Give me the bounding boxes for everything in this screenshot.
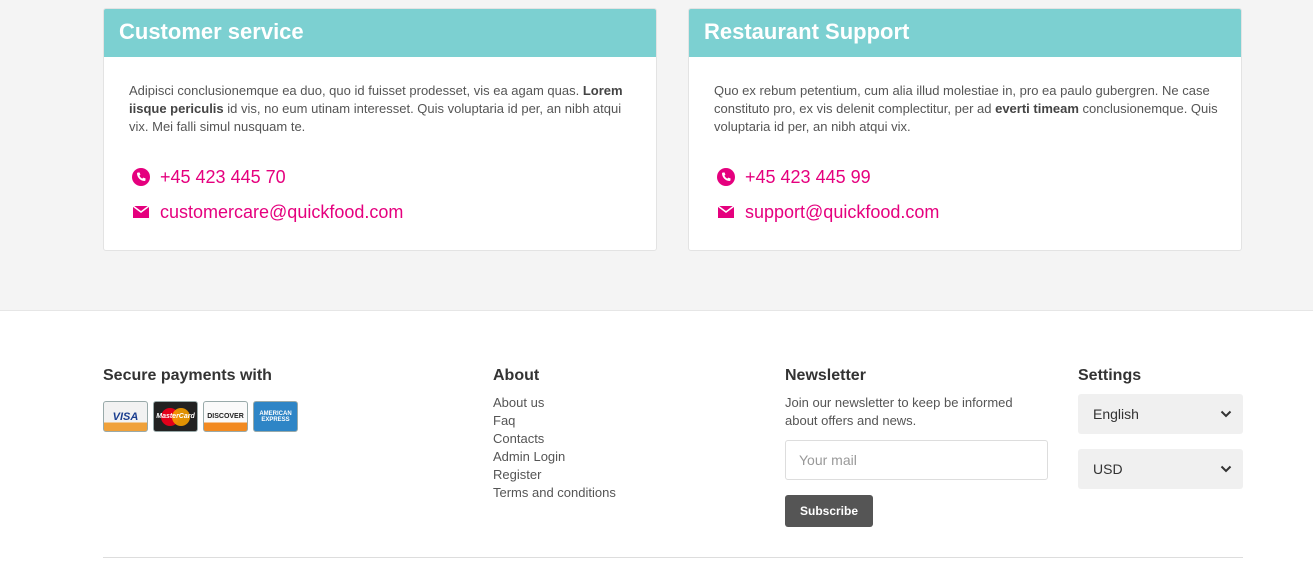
restaurant-support-email[interactable]: support@quickfood.com [716, 201, 939, 223]
link-admin-login[interactable]: Admin Login [493, 448, 616, 466]
mastercard-card-icon: MasterCard [153, 401, 198, 432]
settings-title: Settings [1078, 367, 1142, 384]
language-value: English [1093, 406, 1139, 422]
subscribe-button[interactable]: Subscribe [785, 495, 873, 527]
link-register[interactable]: Register [493, 466, 616, 484]
customer-service-title: Customer service [104, 9, 656, 57]
currency-value: USD [1093, 461, 1123, 477]
language-select[interactable]: English [1078, 394, 1243, 434]
link-about-us[interactable]: About us [493, 394, 616, 412]
restaurant-support-box: Restaurant Support Quo ex rebum petentiu… [688, 8, 1242, 251]
phone-number: +45 423 445 99 [745, 166, 871, 187]
discover-card-icon: DISCOVER [203, 401, 248, 432]
payments-column: Secure payments with VISA MasterCard DIS… [103, 366, 303, 432]
chevron-down-icon [1219, 449, 1233, 489]
phone-icon [131, 167, 151, 187]
link-terms[interactable]: Terms and conditions [493, 484, 616, 502]
restaurant-support-phone[interactable]: +45 423 445 99 [716, 166, 871, 188]
restaurant-support-title: Restaurant Support [689, 9, 1241, 57]
phone-icon [716, 167, 736, 187]
amex-card-icon: AMERICAN EXPRESS [253, 401, 298, 432]
customer-service-text: Adipisci conclusionemque ea duo, quo id … [129, 83, 623, 134]
footer-divider [103, 557, 1243, 558]
customer-service-box: Customer service Adipisci conclusionemqu… [103, 8, 657, 251]
customer-service-phone[interactable]: +45 423 445 70 [131, 166, 286, 188]
restaurant-support-text: Quo ex rebum petentium, cum alia illud m… [714, 83, 1218, 134]
visa-card-icon: VISA [103, 401, 148, 432]
link-contacts[interactable]: Contacts [493, 430, 616, 448]
payments-title: Secure payments with [103, 367, 272, 384]
mail-icon [716, 202, 736, 222]
link-faq[interactable]: Faq [493, 412, 616, 430]
mail-icon [131, 202, 151, 222]
newsletter-text: Join our newsletter to keep be informed … [785, 395, 1013, 428]
settings-column: Settings English USD [1078, 366, 1243, 489]
payment-cards: VISA MasterCard DISCOVER AMERICAN EXPRES… [103, 401, 303, 432]
chevron-down-icon [1219, 394, 1233, 434]
email-address: support@quickfood.com [745, 201, 940, 222]
email-address: customercare@quickfood.com [160, 201, 404, 222]
newsletter-email-input[interactable] [785, 440, 1048, 480]
customer-service-email[interactable]: customercare@quickfood.com [131, 201, 403, 223]
about-column: About About us Faq Contacts Admin Login … [493, 366, 616, 502]
currency-select[interactable]: USD [1078, 449, 1243, 489]
newsletter-column: Newsletter Join our newsletter to keep b… [785, 366, 1048, 527]
phone-number: +45 423 445 70 [160, 166, 286, 187]
about-title: About [493, 367, 540, 384]
about-links: About us Faq Contacts Admin Login Regist… [493, 394, 616, 502]
newsletter-title: Newsletter [785, 367, 866, 384]
